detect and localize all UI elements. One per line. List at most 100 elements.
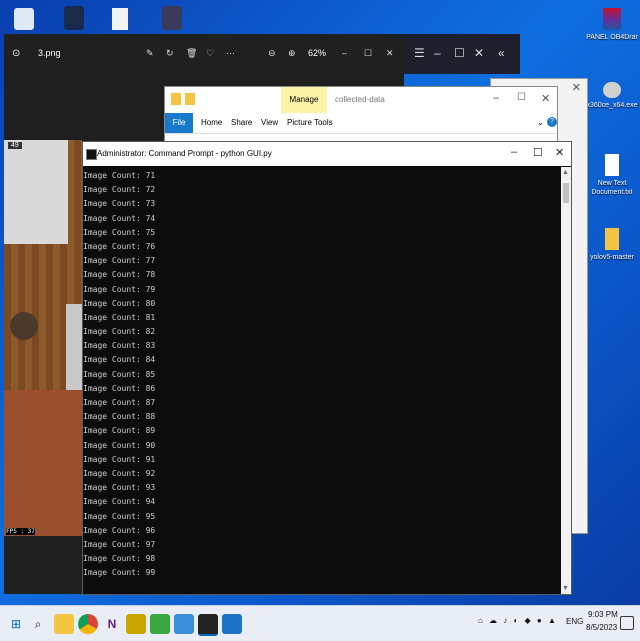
edit-icon[interactable]: ✎ [146,48,154,59]
minimize-icon[interactable]: – [511,146,517,158]
file-explorer-icon[interactable] [54,614,74,634]
scroll-up-icon[interactable]: ▲ [562,169,569,176]
tab-share[interactable]: Share [231,118,252,127]
maximize-icon[interactable]: ☐ [454,46,465,60]
close-icon[interactable]: ✕ [555,146,564,159]
scroll-down-icon[interactable]: ▼ [562,585,569,592]
cmd-line: Image Count: 74 [83,213,156,223]
cmd-line: Image Count: 80 [83,298,156,308]
app-icon-pencil[interactable] [126,614,146,634]
cmd-line: Image Count: 94 [83,497,156,507]
quick-access-icons [171,93,211,105]
app-icon-notes[interactable] [174,614,194,634]
photos-taskbar-icon[interactable] [222,614,242,634]
delete-icon[interactable]: 🗑 [186,48,197,59]
close-icon[interactable]: ✕ [474,46,484,60]
scroll-thumb[interactable] [563,183,569,203]
help-icon[interactable]: ? [547,117,557,127]
cmd-line: Image Count: 90 [83,440,156,450]
zoom-level: 62% [308,48,327,58]
gamepad-icon [603,82,621,98]
rotate-icon[interactable]: ↻ [166,48,174,59]
cmd-line: Image Count: 98 [83,554,156,564]
more-icon[interactable]: ⋯ [226,48,235,59]
desktop-icon-file[interactable] [112,8,128,30]
collapse-icon[interactable]: « [498,46,505,60]
cmd-line: Image Count: 76 [83,241,156,251]
desktop-icon-tool[interactable] [162,6,182,30]
cmd-line: Image Count: 97 [83,539,156,549]
tab-view[interactable]: View [261,118,278,127]
cmd-line: Image Count: 92 [83,468,156,478]
explorer-title: collected-data [335,95,385,104]
desktop-icon-label: x360ce_x64.exe [586,102,638,109]
cmd-line: Image Count: 93 [83,483,156,493]
cmd-window: Administrator: Command Prompt - python G… [82,141,572,595]
secondary-window-titlebar: ☰ – ☐ ✕ « [404,34,520,74]
explorer-titlebar: Manage collected-data – ☐ ✕ [165,87,557,113]
tab-home[interactable]: Home [201,118,222,127]
maximize-icon[interactable]: ☐ [517,92,526,103]
cmd-taskbar-icon[interactable] [198,614,218,636]
search-icon[interactable]: ⌕ [28,614,48,634]
weapon-icon [10,312,38,340]
cmd-line: Image Count: 91 [83,454,156,464]
clock-date[interactable]: 8/5/2023 [586,623,617,632]
minimize-icon[interactable]: – [493,92,499,104]
text-file-icon [605,154,619,176]
cmd-line: Image Count: 73 [83,199,156,209]
desktop-icon-label: PANEL OB4Drar [586,34,638,41]
minimize-icon[interactable]: – [434,46,441,60]
close-icon[interactable]: ✕ [572,81,581,94]
chrome-icon[interactable] [78,614,98,634]
tab-picture-tools[interactable]: Picture Tools [287,118,333,127]
folder-icon [605,228,619,250]
cmd-line: Image Count: 77 [83,256,156,266]
cmd-line: Image Count: 89 [83,426,156,436]
cmd-title: Administrator: Command Prompt - python G… [97,149,272,158]
notification-icon[interactable] [620,616,634,630]
cmd-line: Image Count: 79 [83,284,156,294]
badge-count: 49 [8,142,22,149]
cmd-line: Image Count: 71 [83,171,156,180]
desktop-icon-winrar[interactable]: PANEL OB4Drar [577,8,640,42]
game-image: 49 FPS : 37 [4,140,82,536]
cmd-titlebar: Administrator: Command Prompt - python G… [83,142,571,166]
winrar-icon [603,8,621,30]
maximize-icon[interactable]: ☐ [533,146,543,159]
tray-icons[interactable]: ⌂ ☁ ♪ ◐ ◆ ● ▲ [478,616,558,625]
app-icon-green[interactable] [150,614,170,634]
scrollbar[interactable]: ▲ ▼ [561,167,571,594]
menu-icon[interactable]: ☰ [414,46,425,60]
maximize-icon[interactable]: ☐ [364,48,372,59]
start-icon[interactable]: ⊞ [6,614,26,634]
cmd-line: Image Count: 85 [83,369,156,379]
chevron-down-icon[interactable]: ⌄ [537,118,544,127]
cmd-line: Image Count: 81 [83,312,156,322]
desktop-icon-label: yolov5-master [590,254,634,261]
tab-file[interactable]: File [165,113,193,133]
close-icon[interactable]: ✕ [541,92,550,105]
cmd-line: Image Count: 88 [83,412,156,422]
taskbar: ⊞ ⌕ N ⌂ ☁ ♪ ◐ ◆ ● ▲ ENG 9:03 PM 8/5/2023 [0,605,640,641]
cmd-line: Image Count: 78 [83,270,156,280]
desktop-icon-app[interactable] [64,6,84,30]
minimap: 49 [4,140,68,244]
minimize-icon[interactable]: – [342,48,347,58]
clock-time[interactable]: 9:03 PM [588,610,618,619]
cmd-line: Image Count: 99 [83,568,156,578]
cmd-output: Image Count: 71 Image Count: 72 Image Coun… [83,167,561,594]
desktop-icon-recycle-bin[interactable] [14,8,34,30]
manage-tab[interactable]: Manage [281,87,327,113]
fps-counter: FPS : 37 [6,528,35,535]
visual-studio-icon[interactable]: N [102,614,122,634]
close-icon[interactable]: ✕ [386,48,394,59]
favorite-icon[interactable]: ♡ [206,48,214,59]
cmd-line: Image Count: 83 [83,341,156,351]
zoom-in-icon[interactable]: ⊕ [288,48,296,59]
language-indicator[interactable]: ENG [566,617,583,626]
cmd-line: Image Count: 96 [83,525,156,535]
zoom-out-icon[interactable]: ⊖ [268,48,276,59]
floor [4,390,82,536]
ribbon-tabs: File Home Share View Picture Tools ⌄ ? [165,113,557,134]
